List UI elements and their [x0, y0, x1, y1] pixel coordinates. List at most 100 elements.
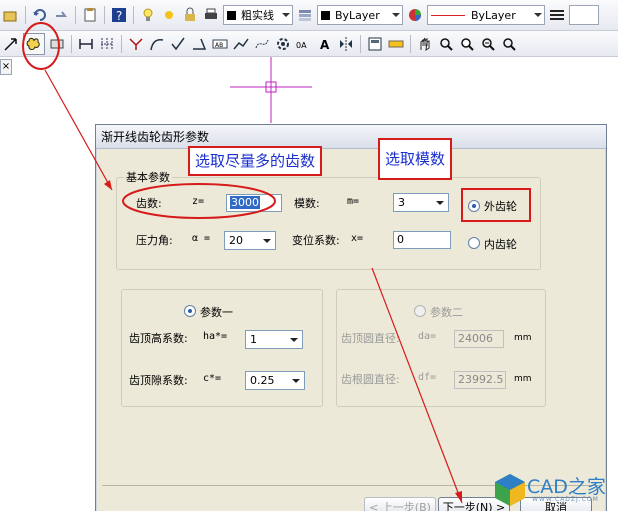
text-a-icon[interactable]: A [316, 35, 334, 53]
lock-icon[interactable] [181, 6, 199, 24]
addendum-select[interactable]: 1 [245, 330, 303, 349]
layer-color-select[interactable]: ByLayer [317, 5, 403, 25]
line-icon[interactable] [127, 35, 145, 53]
root-diameter-input[interactable]: 23992.5 [454, 371, 506, 389]
lightbulb-icon[interactable] [139, 6, 157, 24]
tip-diameter-value: 24006 [458, 332, 493, 345]
chevron-down-icon [290, 338, 298, 342]
module-value: 3 [398, 196, 405, 209]
linetype-select[interactable]: ByLayer [427, 5, 545, 25]
move-icon[interactable] [2, 35, 20, 53]
root-diameter-value: 23992.5 [458, 373, 504, 386]
top-toolbar: ? 粗实线 ByLayer ByLayer [0, 0, 618, 31]
teeth-value: 3000 [230, 196, 260, 209]
teeth-input[interactable]: 3000 [226, 194, 282, 212]
toolbar-separator [25, 6, 26, 24]
line-weight-swatch [227, 10, 236, 20]
line-pattern-icon[interactable] [548, 6, 566, 24]
redo-icon[interactable] [52, 6, 70, 24]
zoom-icon[interactable] [437, 35, 455, 53]
cadzj-logo-icon [495, 474, 525, 506]
layer-icon[interactable] [366, 35, 384, 53]
zoom-all-icon[interactable] [500, 35, 518, 53]
free-shape-icon[interactable] [23, 32, 45, 55]
toolbar-separator [104, 6, 105, 24]
bezier-icon[interactable] [253, 35, 271, 53]
tip-diameter-unit: mm [514, 333, 532, 343]
pressure-angle-select[interactable]: 20 [224, 231, 276, 250]
open-file-icon[interactable] [2, 6, 20, 24]
pressure-angle-symbol: α = [192, 233, 211, 244]
line-width-select[interactable] [569, 5, 599, 25]
curve-icon[interactable] [148, 35, 166, 53]
help-icon[interactable]: ? [110, 6, 128, 24]
toolbar-separator [75, 6, 76, 24]
undo-icon[interactable] [31, 6, 49, 24]
drawing-toolbar: AB 0A A [0, 31, 618, 57]
parameter-two-radio[interactable] [414, 305, 426, 317]
gear-icon[interactable] [274, 35, 292, 53]
paste-icon[interactable] [81, 6, 99, 24]
toolbar-separator [360, 34, 361, 53]
shift-coefficient-label: 变位系数: [292, 234, 340, 247]
scale-icon[interactable]: 0A [295, 35, 313, 53]
grid-icon[interactable] [98, 35, 116, 53]
external-gear-label: 外齿轮 [484, 200, 517, 213]
clearance-label: 齿顶隙系数: [129, 374, 188, 387]
toolbar-separator [410, 34, 411, 53]
teeth-annotation: 选取尽量多的齿数 [188, 146, 323, 176]
module-label: 模数: [294, 197, 320, 210]
clearance-select[interactable]: 0.25 [245, 371, 305, 390]
shift-coefficient-symbol: x= [351, 233, 364, 244]
watermark-brand: CAD之家 [527, 476, 606, 498]
prev-button[interactable]: < 上一步(B) [364, 497, 436, 511]
ruler-icon[interactable] [387, 35, 405, 53]
mirror-icon[interactable] [337, 35, 355, 53]
tip-diameter-symbol: da= [418, 331, 437, 342]
shift-coefficient-input[interactable]: 0 [393, 231, 451, 249]
watermark-url: WWW.CADZJ.COM [532, 496, 599, 503]
tip-diameter-input[interactable]: 24006 [454, 330, 504, 348]
chevron-down-icon [292, 379, 300, 383]
module-symbol: m= [347, 196, 360, 207]
svg-text:A: A [320, 38, 330, 52]
linetype-preview [431, 14, 465, 16]
linetype-label: ByLayer [471, 8, 516, 22]
teeth-label: 齿数: [136, 197, 162, 210]
basic-parameters-group [116, 177, 541, 270]
close-drawing-tab[interactable]: × [0, 59, 12, 75]
toolbar-separator [121, 34, 122, 53]
color-wheel-icon[interactable] [406, 6, 424, 24]
module-select[interactable]: 3 [393, 193, 449, 212]
layer-manager-icon[interactable] [296, 6, 314, 24]
zoom-realtime-icon[interactable] [479, 35, 497, 53]
addendum-value: 1 [250, 333, 257, 346]
chevron-down-icon [392, 13, 400, 17]
shift-coefficient-value: 0 [397, 233, 404, 246]
print-icon[interactable] [202, 6, 220, 24]
zoom-window-icon[interactable] [458, 35, 476, 53]
dimension-icon[interactable] [48, 35, 66, 53]
module-annotation: 选取模数 [378, 138, 453, 180]
svg-text:?: ? [116, 9, 122, 23]
angle-icon[interactable] [190, 35, 208, 53]
root-diameter-symbol: df= [418, 372, 437, 383]
parameter-one-radio[interactable] [184, 305, 196, 317]
teeth-symbol: z= [192, 196, 205, 207]
line-weight-select[interactable]: 粗实线 [223, 5, 293, 25]
text-icon[interactable]: AB [211, 35, 229, 53]
check-icon[interactable] [169, 35, 187, 53]
internal-gear-radio[interactable] [468, 237, 480, 249]
clearance-symbol: c*= [203, 373, 222, 384]
gear-parameters-dialog: 渐开线齿轮齿形参数 基本参数 齿数: z= 3000 模数: m= 3 外齿轮 … [95, 124, 607, 511]
sun-icon[interactable] [160, 6, 178, 24]
external-gear-radio[interactable] [468, 200, 480, 212]
pan-icon[interactable] [416, 35, 434, 53]
polyline-icon[interactable] [232, 35, 250, 53]
toolbar-separator [71, 34, 72, 53]
cadzj-watermark: CAD之家 WWW.CADZJ.COM [492, 470, 618, 511]
addendum-symbol: ha*= [203, 331, 228, 342]
hatch-icon[interactable] [77, 35, 95, 53]
internal-gear-label: 内齿轮 [484, 238, 517, 251]
tip-diameter-label: 齿顶圆直径: [341, 332, 400, 345]
